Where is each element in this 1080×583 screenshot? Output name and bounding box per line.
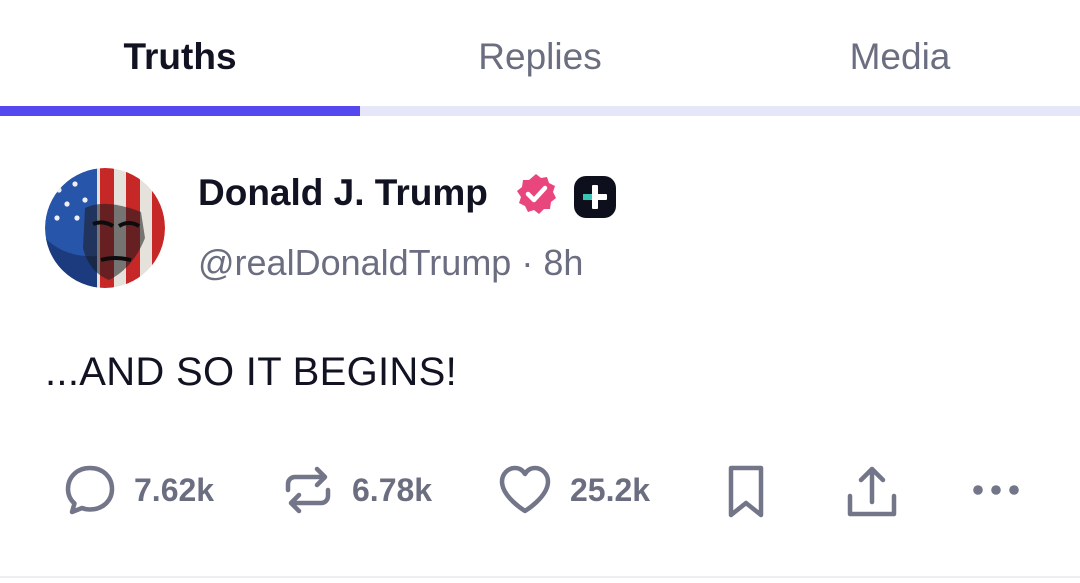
tab-media-label: Media	[849, 36, 951, 77]
like-count: 25.2k	[570, 471, 651, 508]
active-tab-indicator	[0, 106, 360, 116]
profile-tabs: Truths Replies Media	[0, 0, 1080, 116]
heart-icon	[499, 465, 551, 514]
reply-icon	[65, 465, 115, 515]
post-divider	[0, 576, 1080, 578]
post-text: ...AND SO IT BEGINS!	[45, 350, 458, 394]
post-time[interactable]: 8h	[543, 242, 583, 283]
retruth-count: 6.78k	[352, 471, 433, 508]
share-icon	[847, 466, 897, 517]
retruth-button[interactable]: 6.78k	[280, 462, 432, 518]
more-options-button[interactable]	[968, 462, 1024, 518]
profile-feed: Truths Replies Media Donald J. Trump @re…	[0, 0, 1080, 583]
avatar-image	[45, 168, 165, 288]
post[interactable]: Donald J. Trump @realDonaldTrump · 8h ..…	[0, 116, 1080, 578]
tab-media[interactable]: Media	[720, 0, 1080, 116]
avatar[interactable]	[45, 168, 165, 288]
like-button[interactable]: 25.2k	[496, 462, 650, 518]
meta-separator: ·	[521, 242, 534, 283]
more-icon	[973, 485, 1019, 495]
display-name[interactable]: Donald J. Trump	[198, 172, 488, 214]
user-handle[interactable]: @realDonaldTrump	[198, 242, 511, 283]
reply-button[interactable]: 7.62k	[62, 462, 214, 518]
tab-replies-label: Replies	[478, 36, 602, 77]
share-button[interactable]	[842, 462, 902, 522]
verified-badge-icon	[517, 174, 556, 214]
reply-count: 7.62k	[134, 471, 215, 508]
bookmark-button[interactable]	[722, 462, 770, 522]
tab-replies[interactable]: Replies	[360, 0, 720, 116]
truth-plus-icon	[574, 176, 616, 218]
bookmark-icon	[728, 465, 764, 518]
tab-truths-label: Truths	[123, 36, 237, 77]
post-meta: @realDonaldTrump · 8h	[198, 242, 583, 284]
post-actions: 7.62k 6.78k 25.2k	[0, 452, 1080, 522]
tab-truths[interactable]: Truths	[0, 0, 360, 116]
retruth-icon	[285, 466, 331, 514]
